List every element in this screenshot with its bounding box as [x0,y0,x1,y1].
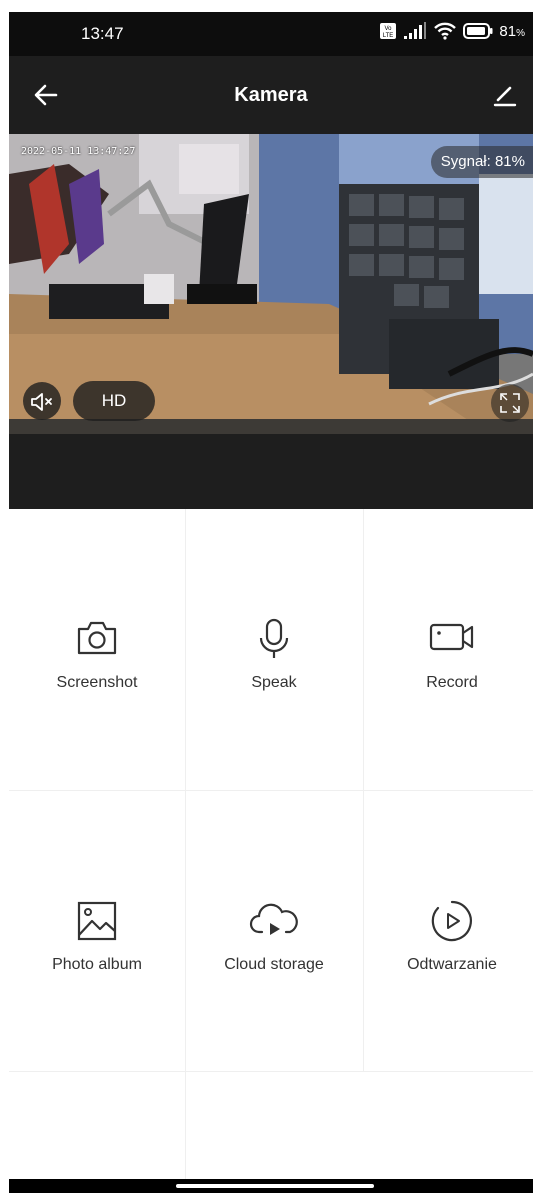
photo-album-button[interactable]: Photo album [9,791,185,1071]
status-icons: Vo LTE 81% [379,22,525,40]
mute-button[interactable] [23,382,61,420]
page-title: Kamera [234,84,308,106]
action-label: Screenshot [56,674,138,691]
action-label: Photo album [52,956,142,973]
cellular-signal-icon [403,22,427,40]
video-bottom-band [9,434,533,509]
signal-strength-badge: Sygnał: 81% [430,146,533,178]
grid-divider [9,1071,533,1072]
fullscreen-button[interactable] [491,384,529,422]
battery-icon [463,23,493,39]
volte-icon: Vo LTE [379,22,397,40]
record-button[interactable]: Record [364,509,533,789]
app-bar: Kamera [9,56,533,134]
action-label: Cloud storage [224,956,324,973]
edit-pencil-icon[interactable] [489,80,519,110]
camera-icon [9,617,185,657]
status-bar: 13:47 Vo LTE 81% [9,12,533,56]
video-camera-icon [364,617,533,657]
playback-button[interactable]: Odtwarzanie [364,791,533,1071]
home-gesture-handle[interactable] [176,1184,374,1188]
video-timestamp: 2022-05-11 13:47:27 [21,146,136,157]
speak-button[interactable]: Speak [186,509,362,789]
wifi-icon [433,22,457,40]
fullscreen-expand-icon [500,393,520,413]
speaker-muted-icon [31,393,52,411]
screen-edge [0,0,9,1193]
camera-live-feed[interactable]: 2022-05-11 13:47:27 Sygnał: 81% HD [9,134,533,434]
screenshot-button[interactable]: Screenshot [9,509,185,789]
cloud-storage-button[interactable]: Cloud storage [186,791,362,1071]
action-label: Speak [251,674,297,691]
action-grid: Screenshot Speak Record Photo album Clou… [9,509,533,1179]
action-label: Odtwarzanie [407,956,497,973]
cloud-play-icon [186,899,362,943]
action-label: Record [426,674,478,691]
battery-percent: 81% [499,22,525,40]
microphone-icon [186,617,362,661]
svg-text:Vo: Vo [385,26,393,32]
system-nav-bar [9,1179,533,1193]
status-time: 13:47 [81,24,124,43]
image-icon [9,899,185,943]
quality-toggle-button[interactable]: HD [73,381,155,421]
playback-icon [364,899,533,943]
svg-text:LTE: LTE [383,33,394,39]
